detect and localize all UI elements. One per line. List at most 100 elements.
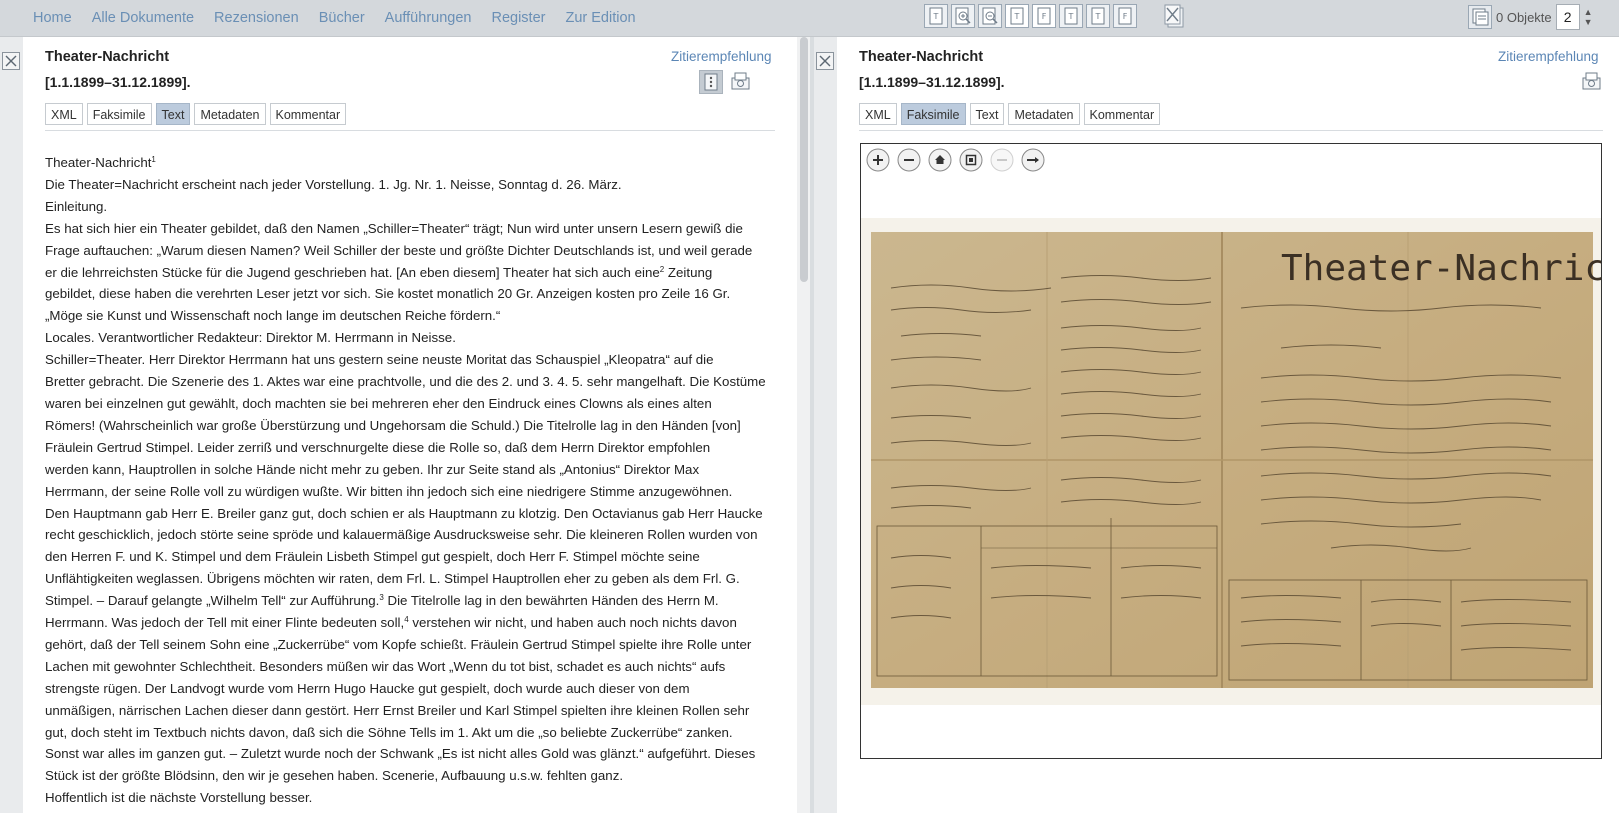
nav-performances[interactable]: Aufführungen: [385, 10, 472, 26]
svg-text:F: F: [1042, 12, 1047, 21]
view-tools: T T F T T F: [924, 4, 1140, 28]
svg-text:F: F: [1123, 12, 1128, 21]
close-all-icon[interactable]: [1163, 4, 1187, 28]
text-line: gebildet, diese haben die verehrten Lese…: [45, 286, 731, 302]
home-icon[interactable]: [928, 148, 952, 172]
nav-books[interactable]: Bücher: [319, 10, 365, 26]
tab-separator: [859, 130, 1603, 131]
tab-commentary[interactable]: Kommentar: [1083, 103, 1161, 125]
print-icon[interactable]: [1579, 70, 1603, 94]
svg-text:T: T: [1068, 12, 1074, 21]
svg-text:T: T: [933, 12, 939, 21]
facsimile-view-icon[interactable]: F: [1032, 4, 1056, 28]
text-line: Römers! (Wahrscheinlich war große Überst…: [45, 417, 741, 433]
text-line: Herrmann. Was jedoch der Tell mit einer …: [45, 615, 737, 631]
text-line: Locales. Verantwortlicher Redakteur: Dir…: [45, 330, 456, 346]
more-options-icon[interactable]: [699, 70, 723, 94]
text-line: Theater-Nachricht1: [45, 155, 156, 170]
nav-all-documents[interactable]: Alle Dokumente: [92, 10, 194, 26]
text-line: Es hat sich hier ein Theater gebildet, d…: [45, 220, 743, 236]
text-line: Fräulein Gertrud Stimpel. Leider zerriß …: [45, 439, 711, 455]
nav-home[interactable]: Home: [33, 10, 72, 26]
text-line: Herrmann, der seine Rolle voll zu würdig…: [45, 483, 733, 499]
nav-register[interactable]: Register: [491, 10, 545, 26]
text-line: Stimpel. – Darauf gelangte „Wilhelm Tell…: [45, 593, 719, 609]
footnote-ref[interactable]: 1: [151, 155, 155, 164]
main-nav: Home Alle Dokumente Rezensionen Bücher A…: [33, 0, 656, 36]
zoom-out-button[interactable]: [897, 148, 921, 172]
text-line: Frage auftauchen: „Warum diesen Namen? W…: [45, 242, 753, 258]
tab-xml[interactable]: XML: [45, 103, 83, 125]
next-page-icon[interactable]: [1021, 148, 1045, 172]
tab-text[interactable]: Text: [155, 103, 191, 125]
rotate-left-icon[interactable]: [990, 148, 1014, 172]
left-panel-gutter: [0, 37, 23, 813]
text-line: Einleitung.: [45, 198, 108, 214]
metadata-view-icon[interactable]: F: [1113, 4, 1137, 28]
text-line: recht geschicklich, jedoch störte seine …: [45, 527, 758, 543]
citation-link[interactable]: Zitierempfehlung: [1498, 49, 1599, 64]
text-line: Stück ist der größte Blödsinn, den wir j…: [45, 768, 624, 784]
transcription-text: Theater-Nachricht1 Die Theater=Nachricht…: [45, 152, 780, 809]
arrow-up-icon[interactable]: ▲: [1584, 7, 1593, 17]
tab-metadata[interactable]: Metadaten: [1008, 103, 1080, 125]
tab-facsimile[interactable]: Faksimile: [900, 103, 966, 125]
text-view-icon[interactable]: T: [1005, 4, 1029, 28]
objects-stack-icon[interactable]: [1468, 5, 1492, 29]
text-line: Die Theater=Nachricht erscheint nach jed…: [45, 176, 622, 192]
tab-commentary[interactable]: Kommentar: [269, 103, 347, 125]
top-toolbar: Home Alle Dokumente Rezensionen Bücher A…: [0, 0, 1619, 37]
facsimile-viewer[interactable]: Theater-Nachricht.: [860, 143, 1602, 759]
text-line: Sonst war alles im ganzen gut. – Zuletzt…: [45, 746, 756, 762]
zoom-out-icon[interactable]: [978, 4, 1002, 28]
text-line: den Herren F. und K. Stimpel und dem Frä…: [45, 549, 700, 565]
panel-title: Theater-Nachricht: [859, 49, 984, 65]
left-panel-tabs: XML Faksimile Text Metadaten Kommentar: [45, 103, 350, 125]
tab-separator: [45, 130, 775, 131]
text-line: Bretter gebracht. Die Szenerie des 1. Ak…: [45, 374, 766, 390]
text-line: unmäßigen, närrischen Lachen dieser dann…: [45, 702, 750, 718]
nav-reviews[interactable]: Rezensionen: [214, 10, 299, 26]
fullscreen-icon[interactable]: [959, 148, 983, 172]
text-line: gut, doch steht im Textbuch nichts davon…: [45, 724, 733, 740]
page-count-spinner[interactable]: ▲ ▼: [1584, 7, 1593, 27]
citation-link[interactable]: Zitierempfehlung: [671, 49, 772, 64]
text-line: Hoffentlich ist die nächste Vorstellung …: [45, 790, 313, 806]
zoom-in-button[interactable]: [866, 148, 890, 172]
text-line: Schiller=Theater. Herr Direktor Herrmann…: [45, 352, 714, 368]
close-left-panel-icon[interactable]: [2, 52, 20, 70]
text-line: strengste rügen. Der Landvogt wurde vom …: [45, 680, 690, 696]
svg-text:T: T: [1014, 12, 1020, 21]
right-panel-tabs: XML Faksimile Text Metadaten Kommentar: [859, 103, 1164, 125]
right-panel-gutter: [814, 37, 837, 813]
text-line: Unflähtigkeiten weglassen. Übrigens möch…: [45, 571, 740, 587]
facsimile-heading: Theater-Nachricht.: [1281, 248, 1601, 289]
comment-view-icon[interactable]: T: [1086, 4, 1110, 28]
objects-count: 0 Objekte: [1496, 9, 1552, 25]
close-right-panel-icon[interactable]: [816, 52, 834, 70]
tab-xml[interactable]: XML: [859, 103, 897, 125]
document-view-icon[interactable]: T: [924, 4, 948, 28]
nav-edition[interactable]: Zur Edition: [565, 10, 635, 26]
tab-text[interactable]: Text: [969, 103, 1005, 125]
transcript-view-icon[interactable]: T: [1059, 4, 1083, 28]
print-icon[interactable]: [728, 70, 752, 94]
text-line: er die lehrreichsten Stücke für die Juge…: [45, 264, 713, 280]
tab-metadata[interactable]: Metadaten: [194, 103, 266, 125]
svg-text:T: T: [1095, 12, 1101, 21]
text-line: werden kann, Hauptrollen in solche Hände…: [45, 461, 700, 477]
facsimile-image[interactable]: Theater-Nachricht.: [861, 218, 1601, 705]
page-count-input[interactable]: 2: [1555, 4, 1580, 30]
text-line: waren bei einzelnen gut gewählt, doch ma…: [45, 395, 712, 411]
text-line: Den Hauptmann gab Herr E. Breiler ganz g…: [45, 505, 763, 521]
zoom-in-icon[interactable]: [951, 4, 975, 28]
panel-date: [1.1.1899–31.12.1899].: [45, 74, 191, 90]
arrow-down-icon[interactable]: ▼: [1584, 17, 1593, 27]
text-line: Lachen mit gewohnter Schlechtheit. Beson…: [45, 658, 726, 674]
object-tools: 0 Objekte 2 ▲ ▼: [1468, 4, 1593, 30]
text-line: „Möge sie Kunst und Wissenschaft noch la…: [45, 308, 501, 324]
left-panel-scroll-thumb[interactable]: [800, 37, 808, 282]
text-line: gehört, daß der Tell seinem Sohn eine „Z…: [45, 636, 752, 652]
tab-facsimile[interactable]: Faksimile: [86, 103, 152, 125]
panel-date: [1.1.1899–31.12.1899].: [859, 74, 1005, 90]
